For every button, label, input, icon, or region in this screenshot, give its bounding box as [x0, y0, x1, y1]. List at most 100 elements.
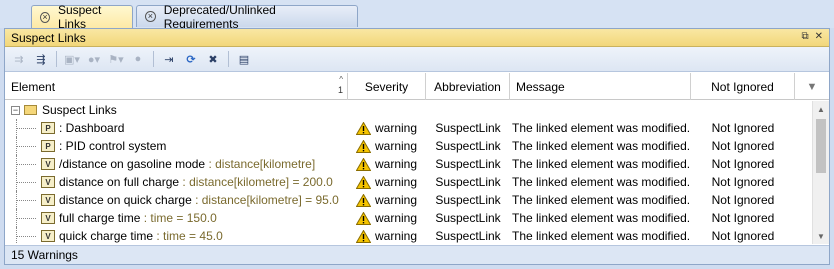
tree-line [16, 236, 36, 237]
not-ignored-cell: Not Ignored [711, 229, 775, 243]
column-header-severity[interactable]: Severity [348, 73, 426, 100]
close-tab-icon[interactable]: × [145, 11, 156, 22]
element-type: : time = 150.0 [140, 211, 217, 225]
tree-root-label: Suspect Links [42, 103, 117, 117]
not-ignored-cell: Not Ignored [711, 121, 775, 135]
table-body: − Suspect Links P : Dashboard warning Su… [5, 101, 811, 244]
table-row[interactable]: V quick charge time : time = 45.0 warnin… [5, 227, 811, 244]
scroll-thumb[interactable] [816, 119, 826, 173]
message-cell: The linked element was modified. [512, 229, 691, 243]
scroll-up-icon[interactable]: ▲ [813, 101, 829, 117]
message-cell: The linked element was modified. [512, 157, 691, 171]
table-row[interactable]: V full charge time : time = 150.0 warnin… [5, 209, 811, 227]
abbreviation-cell: SuspectLink [435, 211, 501, 225]
scroll-down-icon[interactable]: ▼ [813, 228, 829, 244]
report-icon[interactable]: ▤ [234, 50, 254, 68]
not-ignored-cell: Not Ignored [711, 193, 775, 207]
table-row[interactable]: V distance on full charge : distance[kil… [5, 173, 811, 191]
abbreviation-cell: SuspectLink [435, 175, 501, 189]
element-name: distance on quick charge [59, 193, 192, 207]
close-tab-icon[interactable]: × [40, 11, 50, 23]
element-type-icon: V [41, 194, 55, 206]
severity-cell: warning [348, 173, 426, 191]
table-header: Element ^ 1 Severity Abbreviation Messag… [5, 73, 829, 100]
column-label: Abbreviation [434, 79, 501, 94]
table-row[interactable]: V distance on quick charge : distance[ki… [5, 191, 811, 209]
toolbar-separator [228, 51, 229, 67]
not-ignored-cell: Not Ignored [711, 175, 775, 189]
severity-label: warning [375, 121, 418, 135]
suspect-links-panel: Suspect Links ⧉ ✕ ⇉ ⇶ ▣▾ ●▾ ⚑▾ ● ⇥ ⟳ ✖ ▤… [4, 28, 830, 265]
column-header-element[interactable]: Element ^ 1 [5, 73, 348, 100]
export-icon[interactable]: ⇥ [159, 50, 179, 68]
table-row[interactable]: V /distance on gasoline mode : distance[… [5, 155, 811, 173]
severity-cell: warning [348, 191, 426, 209]
element-cell: V /distance on gasoline mode : distance[… [5, 155, 348, 173]
element-name: distance on full charge [59, 175, 180, 189]
not-ignored-cell: Not Ignored [711, 139, 775, 153]
message-cell: The linked element was modified. [512, 121, 691, 135]
column-header-abbreviation[interactable]: Abbreviation [426, 73, 510, 100]
settings-tools-icon[interactable]: ✖ [203, 50, 223, 68]
warning-icon [356, 193, 371, 207]
table-row[interactable]: P : PID control system warning SuspectLi… [5, 137, 811, 155]
element-type-icon: P [41, 122, 55, 134]
element-type: : time = 45.0 [153, 229, 223, 243]
abbreviation-cell: SuspectLink [435, 229, 501, 243]
tab-suspect-links[interactable]: × Suspect Links [31, 3, 133, 31]
close-panel-icon[interactable]: ✕ [815, 31, 823, 42]
tab-strip: × Suspect Links × Deprecated/Unlinked Re… [0, 0, 834, 31]
message-cell: The linked element was modified. [512, 211, 691, 225]
tab-label: Suspect Links [57, 3, 102, 31]
table-row[interactable]: P : Dashboard warning SuspectLink The li… [5, 119, 811, 137]
collapse-icon[interactable]: − [11, 105, 20, 115]
stop-icon[interactable]: ● [128, 50, 148, 68]
select-in-tree-icon[interactable]: ▣▾ [62, 50, 82, 68]
abbreviation-cell: SuspectLink [435, 139, 501, 153]
severity-label: warning [375, 175, 418, 189]
warning-icon [356, 157, 371, 171]
column-filter[interactable]: ▼ [795, 73, 829, 100]
restore-icon[interactable]: ⧉ [801, 31, 808, 42]
abbreviation-cell: SuspectLink [435, 121, 501, 135]
column-label: Message [516, 79, 565, 94]
not-ignored-cell: Not Ignored [711, 157, 775, 171]
column-label: Not Ignored [711, 79, 774, 94]
message-cell: The linked element was modified. [512, 139, 691, 153]
severity-cell: warning [348, 209, 426, 227]
validate-icon[interactable]: ●▾ [84, 50, 104, 68]
tree-line [16, 182, 36, 183]
tree-line [16, 218, 36, 219]
tab-label: Deprecated/Unlinked Requirements [163, 2, 276, 31]
status-bar: 15 Warnings [5, 245, 829, 264]
filter-icon[interactable]: ▼ [807, 81, 818, 93]
column-header-not-ignored[interactable]: Not Ignored [691, 73, 795, 100]
tab-deprecated-unlinked-requirements[interactable]: × Deprecated/Unlinked Requirements [136, 3, 358, 31]
element-type-icon: P [41, 140, 55, 152]
not-ignored-cell: Not Ignored [711, 211, 775, 225]
column-label: Severity [364, 79, 409, 94]
toolbar: ⇉ ⇶ ▣▾ ●▾ ⚑▾ ● ⇥ ⟳ ✖ ▤ [5, 47, 829, 72]
tree-root-row[interactable]: − Suspect Links [5, 101, 811, 119]
severity-cell: warning [348, 155, 426, 173]
element-cell: V quick charge time : time = 45.0 [5, 227, 348, 244]
panel-title-bar: Suspect Links ⧉ ✕ [5, 29, 829, 47]
element-name: : PID control system [59, 139, 167, 153]
toolbar-separator [153, 51, 154, 67]
abbreviation-cell: SuspectLink [435, 157, 501, 171]
vertical-scrollbar[interactable]: ▲ ▼ [812, 101, 829, 244]
element-name: /distance on gasoline mode [59, 157, 206, 171]
toolbar-separator [56, 51, 57, 67]
sort-ascending-icon: ^ [339, 75, 343, 84]
element-name: : Dashboard [59, 121, 125, 135]
tree-line [16, 200, 36, 201]
tree-line [16, 128, 36, 129]
tree-line [16, 146, 36, 147]
severity-label: warning [375, 211, 418, 225]
flag-icon[interactable]: ⚑▾ [106, 50, 126, 68]
navigate-icon[interactable]: ⇉ [9, 50, 29, 68]
refresh-icon[interactable]: ⟳ [181, 50, 201, 68]
remove-link-icon[interactable]: ⇶ [31, 50, 51, 68]
column-header-message[interactable]: Message [510, 73, 691, 100]
element-type-icon: V [41, 176, 55, 188]
